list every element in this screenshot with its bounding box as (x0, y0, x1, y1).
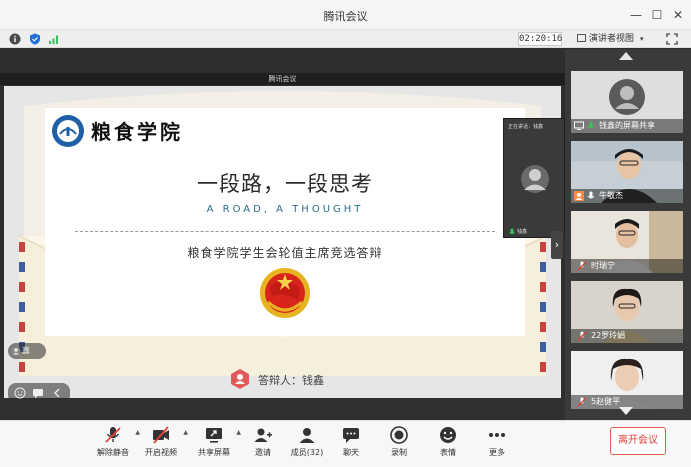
camera-off-icon (153, 426, 169, 444)
participant-name: 时瑞宁 (591, 261, 615, 270)
chat-icon[interactable] (32, 387, 44, 399)
speaker-view-icon (577, 34, 586, 42)
participant-name: 钱鑫的屏幕共享 (599, 121, 655, 130)
slide-heading: 一段路，一段思考 (197, 172, 373, 196)
active-speaker-thumbnail[interactable]: 正在讲话：钱鑫 钱鑫 (503, 118, 565, 238)
avatar (521, 165, 549, 193)
view-mode-label: 演讲者视图 (589, 34, 635, 44)
record-icon (390, 426, 408, 444)
share-screen-icon (206, 428, 222, 443)
participant-panel: 钱鑫的屏幕共享 牛敬杰 时瑞宁 22罗玲娟 5赵健平 (565, 49, 691, 420)
participant-name: 5赵健平 (591, 397, 621, 406)
info-icon[interactable] (9, 33, 21, 45)
more-button[interactable]: 更多 (472, 425, 522, 463)
emoji-icon (440, 427, 456, 443)
mic-icon (587, 121, 595, 129)
participant-tile[interactable]: 5赵健平 (571, 351, 683, 409)
participant-name: 牛敬杰 (599, 191, 623, 200)
meeting-timer: 02:20:16 (518, 32, 563, 46)
chevron-down-icon: ▾ (640, 35, 644, 43)
participant-tile[interactable]: 时瑞宁 (571, 211, 683, 273)
window-title: 腾讯会议 (323, 10, 368, 23)
participant-name-bar (571, 259, 683, 273)
user-icon (11, 346, 21, 356)
scroll-down-icon[interactable] (619, 407, 633, 415)
respondent-name: 答辩人：钱鑫 (258, 374, 324, 387)
participant-tile[interactable]: 钱鑫的屏幕共享 (571, 71, 683, 133)
shared-screen-area: 腾讯会议 粮食学院 一段路，一段思考 A ROAD, A THOUGHT 粮食学… (0, 49, 565, 420)
start-video-button[interactable]: ▲ 开启视频 (136, 425, 188, 463)
share-banner: 腾讯会议 (0, 73, 565, 85)
meeting-toolbar: ▲ 解除静音 ▲ 开启视频 ▲ 共享屏幕 邀请 成员(32) 聊天 录制 表情 … (0, 420, 691, 467)
participant-name: 22罗玲娟 (591, 331, 626, 340)
person-icon (231, 369, 249, 389)
dashed-divider (75, 231, 495, 232)
presentation-slide: 粮食学院 一段路，一段思考 A ROAD, A THOUGHT 粮食学院学生会轮… (4, 86, 561, 398)
youth-league-emblem (260, 268, 310, 318)
slide-card: 粮食学院 一段路，一段思考 A ROAD, A THOUGHT 粮食学院学生会轮… (45, 108, 525, 336)
host-icon (574, 191, 584, 201)
mic-muted-icon (577, 261, 587, 271)
mic-muted-icon (105, 427, 121, 443)
more-label: 更多 (489, 448, 505, 457)
share-banner-text: 腾讯会议 (268, 75, 297, 83)
maximize-button[interactable]: ☐ (648, 6, 666, 24)
mic-icon (509, 228, 515, 235)
screen-bottom-strip (0, 399, 565, 420)
chevron-left-icon[interactable] (52, 387, 62, 399)
scroll-up-icon[interactable] (619, 52, 633, 60)
active-speaker-name: 钱鑫 (517, 229, 528, 235)
leave-meeting-button[interactable]: 离开会议 (610, 427, 666, 455)
mic-muted-icon (577, 331, 587, 341)
invite-icon (254, 428, 272, 442)
slide-topic: 粮食学院学生会轮值主席竞选答辩 (187, 246, 383, 260)
screen-share-icon (574, 121, 584, 130)
shield-icon[interactable] (29, 33, 41, 45)
chat-icon (343, 428, 359, 443)
collapse-panel-button[interactable]: › (551, 231, 563, 259)
fullscreen-icon[interactable] (666, 33, 678, 45)
members-icon (299, 428, 315, 443)
participant-name-bar (571, 329, 683, 343)
meeting-info-bar: 02:20:16 演讲者视图 ▾ (0, 30, 691, 48)
chevron-up-icon[interactable]: ▲ (183, 429, 188, 436)
more-icon (489, 433, 505, 437)
view-mode-dropdown[interactable]: 演讲者视图 ▾ (577, 32, 644, 46)
school-logo (52, 115, 84, 147)
close-button[interactable]: ✕ (669, 6, 687, 24)
mic-muted-icon (577, 397, 587, 407)
emoji-icon[interactable] (14, 387, 26, 399)
signal-icon[interactable] (48, 33, 60, 45)
school-name: 粮食学院 (91, 120, 183, 144)
title-bar: 腾讯会议 — ☐ ✕ (0, 0, 691, 30)
overlay-name-text: 鑫 (22, 346, 30, 355)
overlay-name-tag: 鑫 (8, 343, 46, 359)
mic-icon (587, 191, 595, 199)
active-speaker-label: 正在讲话：钱鑫 (508, 124, 544, 130)
slide-subheading: A ROAD, A THOUGHT (206, 204, 364, 215)
participant-tile[interactable]: 22罗玲娟 (571, 281, 683, 343)
minimize-button[interactable]: — (627, 6, 645, 24)
participant-tile[interactable]: 牛敬杰 (571, 141, 683, 203)
